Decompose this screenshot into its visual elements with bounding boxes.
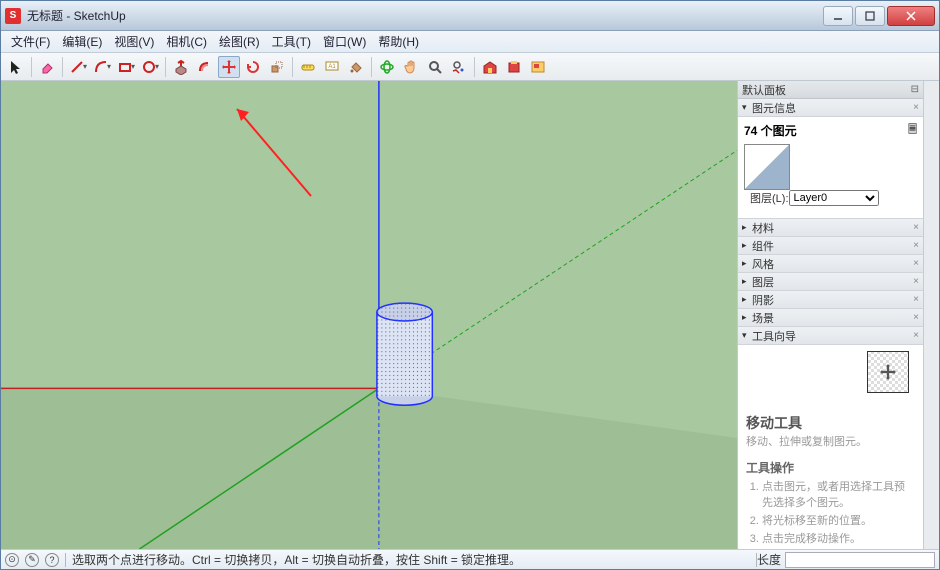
layout-icon[interactable] [527,56,549,78]
svg-text:A1: A1 [328,64,336,70]
entity-info-body: 74 个图元 🗏 图层(L): Layer0 [738,117,923,219]
layer-select[interactable]: Layer0 [789,190,879,206]
move-tool-icon[interactable] [218,56,240,78]
entity-count: 74 个图元 [744,122,797,139]
side-panel: 默认面板 ⊟ ▾图元信息× 74 个图元🗏 图层(L): Layer0 ▸材料×… [737,81,923,549]
close-button[interactable] [887,6,935,26]
maximize-button[interactable] [855,6,885,26]
tool-preview-icon [867,351,909,393]
menu-camera[interactable]: 相机(C) [160,31,213,52]
panel-header: 默认面板 ⊟ [738,81,923,99]
panel-header-label: 默认面板 [742,82,786,98]
layer-label: 图层(L): [750,190,789,206]
warehouse-icon[interactable] [479,56,501,78]
section-style[interactable]: ▸风格× [738,255,923,273]
titlebar: S 无标题 - SketchUp [1,1,939,31]
length-input[interactable] [785,552,935,568]
panel-pin-icon[interactable]: ⊟ [911,84,919,95]
tape-tool-icon[interactable] [297,56,319,78]
viewport[interactable] [1,81,737,549]
zoom-extents-tool-icon[interactable] [448,56,470,78]
section-component[interactable]: ▸组件× [738,237,923,255]
toolbar: ▾ ▾ ▾ ▾ A1 [1,53,939,81]
menu-view[interactable]: 视图(V) [108,31,160,52]
section-shadow[interactable]: ▸阴影× [738,291,923,309]
section-entity-info-label: 图元信息 [752,100,796,116]
rectangle-tool-icon[interactable]: ▾ [115,56,137,78]
select-tool-icon[interactable] [5,56,27,78]
statusbar: ⊙ ✎ ? 选取两个点进行移动。Ctrl = 切换拷贝，Alt = 切换自动折叠… [1,549,939,569]
section-layer[interactable]: ▸图层× [738,273,923,291]
guide-title: 移动工具 [746,413,915,433]
pushpull-tool-icon[interactable] [170,56,192,78]
zoom-tool-icon[interactable] [424,56,446,78]
length-label: 长度 [757,551,781,568]
tool-guide-body: 移动工具 移动、拉伸或复制图元。 工具操作 点击图元，或者用选择工具预先选择多个… [738,345,923,549]
menu-file[interactable]: 文件(F) [5,31,56,52]
app-icon: S [5,8,21,24]
offset-tool-icon[interactable] [194,56,216,78]
eraser-tool-icon[interactable] [36,56,58,78]
guide-ops-list: 点击图元，或者用选择工具预先选择多个图元。 将光标移至新的位置。 点击完成移动操… [746,478,915,546]
arc-tool-icon[interactable]: ▾ [91,56,113,78]
extension-icon[interactable] [503,56,525,78]
rotate-tool-icon[interactable] [242,56,264,78]
circle-tool-icon[interactable]: ▾ [139,56,161,78]
line-tool-icon[interactable]: ▾ [67,56,89,78]
menu-tools[interactable]: 工具(T) [266,31,317,52]
cylinder-object[interactable] [377,303,432,405]
section-guide[interactable]: ▾工具向导× [738,327,923,345]
section-scene[interactable]: ▸场景× [738,309,923,327]
entity-menu-icon[interactable]: 🗏 [908,121,917,140]
panel-scrollbar[interactable] [923,81,939,549]
menubar: 文件(F) 编辑(E) 视图(V) 相机(C) 绘图(R) 工具(T) 窗口(W… [1,31,939,53]
pan-tool-icon[interactable] [400,56,422,78]
section-close-icon[interactable]: × [913,102,919,113]
text-tool-icon[interactable]: A1 [321,56,343,78]
window-title: 无标题 - SketchUp [27,7,126,24]
section-entity-info[interactable]: ▾图元信息× [738,99,923,117]
material-swatch[interactable] [744,144,790,190]
menu-edit[interactable]: 编辑(E) [56,31,108,52]
guide-subtitle: 移动、拉伸或复制图元。 [746,433,915,449]
menu-help[interactable]: 帮助(H) [372,31,425,52]
section-material[interactable]: ▸材料× [738,219,923,237]
status-hint: 选取两个点进行移动。Ctrl = 切换拷贝，Alt = 切换自动折叠，按住 Sh… [72,551,521,568]
orbit-tool-icon[interactable] [376,56,398,78]
menu-draw[interactable]: 绘图(R) [213,31,266,52]
help-icon[interactable]: ? [45,553,59,567]
scale-tool-icon[interactable] [266,56,288,78]
minimize-button[interactable] [823,6,853,26]
guide-ops-heading: 工具操作 [746,459,915,476]
geolocation-icon[interactable]: ⊙ [5,553,19,567]
menu-window[interactable]: 窗口(W) [317,31,372,52]
paint-tool-icon[interactable] [345,56,367,78]
credits-icon[interactable]: ✎ [25,553,39,567]
